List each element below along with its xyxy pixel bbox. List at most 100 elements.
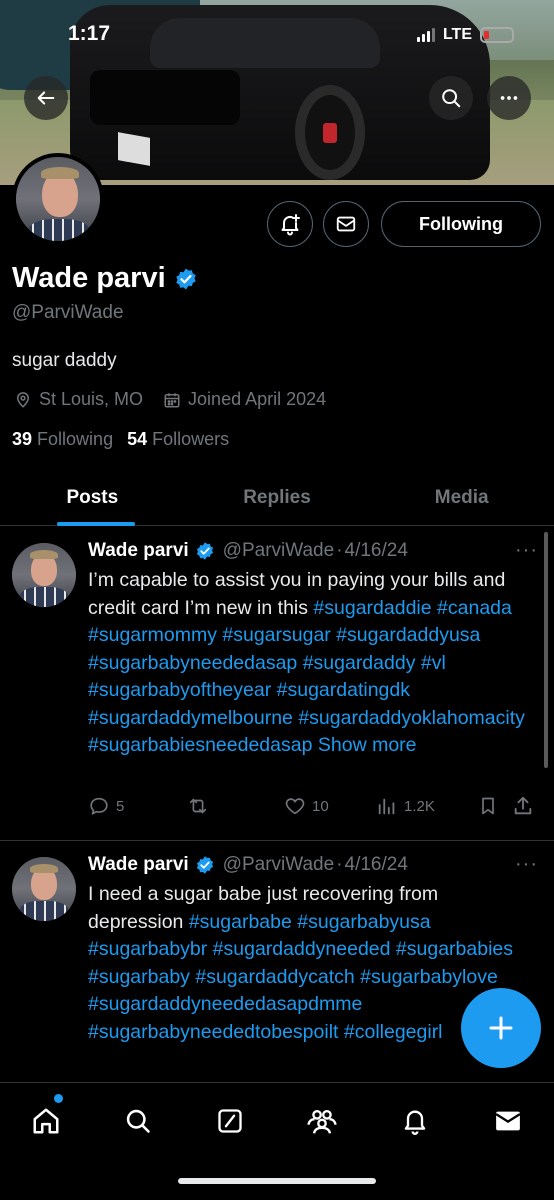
following-count-link[interactable]: 39 Following: [12, 429, 113, 450]
hashtag[interactable]: #sugarbabylove: [360, 966, 498, 988]
post-separator: ·: [336, 854, 343, 875]
follow-counts: 39 Following 54 Followers: [12, 429, 229, 450]
repost-button[interactable]: [186, 795, 284, 817]
notifications-toggle-button[interactable]: [267, 201, 313, 247]
hashtag[interactable]: #sugarmommy: [88, 624, 217, 646]
location-pin-icon: [16, 391, 30, 408]
like-count: 10: [312, 797, 329, 815]
verified-badge-icon[interactable]: [174, 267, 198, 291]
hashtag[interactable]: #canada: [437, 597, 512, 619]
nav-home[interactable]: [24, 1099, 68, 1143]
nav-communities[interactable]: [300, 1099, 344, 1143]
battery-icon: [480, 27, 514, 43]
tab-posts[interactable]: Posts: [0, 470, 185, 526]
views-count: 1.2K: [404, 797, 435, 815]
hashtag[interactable]: #sugardaddyusa: [336, 624, 480, 646]
post-date: 4/16/24: [344, 540, 408, 561]
more-options-button[interactable]: [487, 76, 531, 120]
notifications-icon: [404, 1110, 426, 1135]
search-button[interactable]: [429, 76, 473, 120]
hashtag[interactable]: #sugarbabe: [189, 911, 292, 933]
communities-icon: [307, 1109, 337, 1134]
hashtag[interactable]: #sugarbabyneededasap: [88, 652, 297, 674]
hashtag[interactable]: #sugarsugar: [222, 624, 330, 646]
tab-media[interactable]: Media: [369, 470, 554, 525]
show-more-link[interactable]: Show more: [318, 734, 417, 756]
reply-button[interactable]: 5: [88, 795, 186, 817]
followers-count-link[interactable]: 54 Followers: [127, 429, 229, 450]
profile-tabs: Posts Replies Media: [0, 470, 554, 526]
share-button[interactable]: [512, 795, 538, 817]
location-item: St Louis, MO: [14, 389, 143, 410]
calendar-icon: [164, 392, 180, 407]
post-more-icon[interactable]: ···: [515, 853, 538, 876]
post-header: Wade parvi @ParviWade · 4/16/24: [88, 854, 408, 876]
post-more-icon[interactable]: ···: [515, 539, 538, 562]
hashtag[interactable]: #sugarbaby: [88, 966, 190, 988]
post-avatar[interactable]: [12, 543, 76, 607]
banner-car-hood: [150, 18, 380, 68]
post-author-name[interactable]: Wade parvi: [88, 540, 189, 562]
hashtag[interactable]: #sugarbabyoftheyear: [88, 679, 271, 701]
compose-button[interactable]: [461, 988, 541, 1068]
post-author-handle: @ParviWade: [222, 540, 335, 561]
nav-grok[interactable]: [208, 1099, 252, 1143]
nav-messages[interactable]: [486, 1099, 530, 1143]
post-author-name[interactable]: Wade parvi: [88, 854, 189, 876]
hashtag[interactable]: #sugarbabyusa: [297, 911, 430, 933]
hashtag[interactable]: #sugardaddycatch: [195, 966, 354, 988]
post-avatar[interactable]: [12, 857, 76, 921]
back-button[interactable]: [24, 76, 68, 120]
post-item[interactable]: Wade parvi @ParviWade · 4/16/24 ··· I’m …: [0, 527, 554, 840]
profile-name: Wade parvi: [12, 262, 166, 294]
bookmark-button[interactable]: [478, 795, 512, 817]
joined-text: Joined April 2024: [188, 389, 327, 409]
reply-count: 5: [116, 797, 125, 815]
home-unread-dot: [54, 1094, 63, 1103]
arrow-left-icon: [37, 91, 55, 105]
nav-search[interactable]: [116, 1099, 160, 1143]
profile-handle: @ParviWade: [12, 302, 124, 323]
views-button[interactable]: 1.2K: [376, 795, 478, 817]
verified-badge-icon: [196, 542, 213, 560]
following-count: 39: [12, 429, 33, 449]
post-separator: ·: [336, 540, 343, 561]
following-button[interactable]: Following: [381, 201, 541, 247]
status-indicators: LTE: [416, 26, 514, 44]
banner-car-grille: [90, 70, 240, 125]
like-button[interactable]: 10: [284, 795, 376, 817]
hashtag[interactable]: #sugardaddyneededasapdmme: [88, 993, 362, 1015]
home-indicator[interactable]: [178, 1178, 376, 1184]
bell-plus-icon: [281, 214, 300, 236]
hashtag[interactable]: #sugardatingdk: [277, 679, 410, 701]
hashtag[interactable]: #sugarbabiesneededasap: [88, 734, 312, 756]
following-label: Following: [37, 429, 114, 449]
post-author-handle: @ParviWade: [222, 854, 335, 875]
hashtag[interactable]: #sugarbabies: [396, 938, 513, 960]
nav-notifications[interactable]: [393, 1099, 437, 1143]
hashtag[interactable]: #sugardaddymelbourne: [88, 707, 293, 729]
profile-avatar[interactable]: [12, 153, 104, 245]
hashtag[interactable]: #vl: [421, 652, 446, 674]
plus-icon: [489, 1016, 513, 1040]
share-icon: [514, 796, 532, 815]
hashtag[interactable]: #sugardaddyneeded: [213, 938, 391, 960]
banner-license-plate: [118, 132, 150, 166]
network-label: LTE: [442, 26, 472, 43]
hashtag[interactable]: #sugardaddyoklahomacity: [298, 707, 525, 729]
tab-replies[interactable]: Replies: [185, 470, 370, 525]
repost-icon: [189, 798, 207, 814]
message-button[interactable]: [323, 201, 369, 247]
bookmark-icon: [482, 797, 494, 815]
hashtag[interactable]: #collegegirl: [344, 1021, 443, 1043]
views-icon: [378, 798, 395, 815]
profile-name-row: Wade parvi: [12, 262, 198, 295]
scrollbar[interactable]: [544, 532, 548, 768]
post-header: Wade parvi @ParviWade · 4/16/24: [88, 540, 408, 562]
hashtag[interactable]: #sugardaddy: [303, 652, 416, 674]
hashtag[interactable]: #sugardaddie: [313, 597, 431, 619]
hashtag[interactable]: #sugarbabybr: [88, 938, 207, 960]
hashtag[interactable]: #sugarbabyneededtobespoilt: [88, 1021, 338, 1043]
followers-count: 54: [127, 429, 148, 449]
heart-icon: [285, 798, 305, 815]
